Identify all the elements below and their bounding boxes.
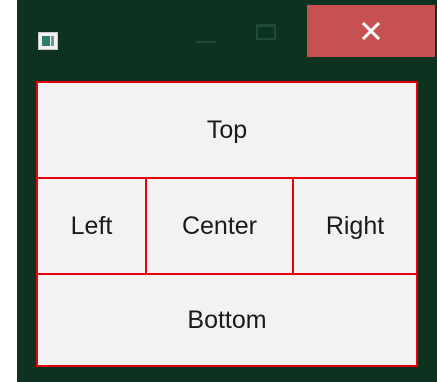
maximize-button[interactable] — [253, 21, 281, 43]
border-layout-panel: Top Left Center Right Bottom — [36, 81, 418, 367]
maximize-icon — [256, 24, 276, 40]
close-icon — [361, 21, 381, 41]
right-label: Right — [325, 211, 385, 240]
left-region[interactable]: Left — [38, 179, 145, 273]
top-label: Top — [206, 115, 248, 144]
close-button[interactable] — [307, 5, 435, 57]
app-icon-glyph-side — [51, 36, 54, 46]
minimize-button[interactable] — [193, 30, 219, 44]
left-label: Left — [70, 211, 113, 240]
bottom-region[interactable]: Bottom — [38, 275, 416, 365]
center-region[interactable]: Center — [147, 179, 292, 273]
top-region[interactable]: Top — [38, 83, 416, 177]
bottom-label: Bottom — [187, 305, 267, 334]
title-bar[interactable] — [17, 0, 437, 68]
app-icon-glyph-main — [42, 36, 50, 46]
app-icon[interactable] — [38, 32, 58, 50]
right-region[interactable]: Right — [294, 179, 416, 273]
center-label: Center — [181, 211, 258, 240]
app-window: Top Left Center Right Bottom — [17, 0, 437, 382]
minimize-icon — [196, 41, 216, 43]
